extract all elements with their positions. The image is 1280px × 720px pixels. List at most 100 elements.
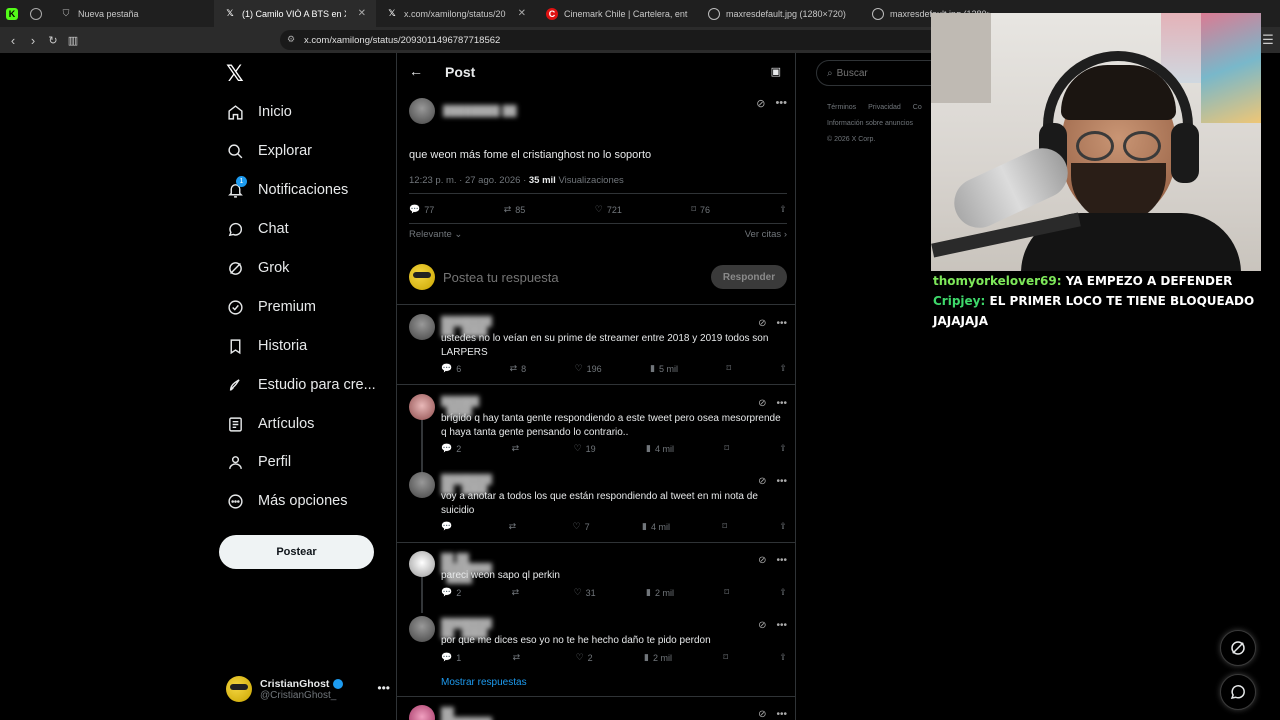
post-button[interactable]: Postear: [219, 535, 374, 569]
reply-item[interactable]: ████████ ██ · ████ ⊘ ••• voy a anotar a t…: [409, 470, 787, 542]
reply-item[interactable]: ██ ████████ · ████ ⊘ •••: [409, 703, 787, 720]
footer-link-ads[interactable]: Información sobre anuncios: [827, 116, 932, 132]
share-button[interactable]: ⇪: [779, 652, 787, 663]
reply-button[interactable]: 💬 6: [441, 363, 461, 374]
footer-link-terms[interactable]: Términos: [827, 104, 856, 111]
grok-icon[interactable]: ⊘: [758, 476, 766, 487]
menu-icon[interactable]: ☰: [1258, 32, 1278, 48]
views-button[interactable]: ▮ 4 mil: [642, 521, 670, 532]
url-field[interactable]: ⚙ x.com/xamilong/status/2093011496787718…: [280, 30, 940, 50]
repost-button[interactable]: ⇄ 85: [504, 204, 526, 215]
reply-input[interactable]: [443, 269, 703, 285]
search-box[interactable]: ⌕: [816, 60, 946, 86]
close-icon[interactable]: ✕: [518, 8, 526, 19]
reply-button[interactable]: 💬 1: [441, 652, 461, 663]
back-icon[interactable]: ‹: [3, 33, 23, 48]
repost-button[interactable]: ⇄: [512, 443, 524, 454]
site-info-icon[interactable]: ⚙: [287, 34, 295, 45]
post-author[interactable]: ████████ ██: [409, 97, 787, 125]
tab-app[interactable]: K: [0, 0, 24, 27]
like-button[interactable]: ♡ 19: [574, 443, 596, 454]
like-button[interactable]: ♡ 7: [573, 521, 590, 532]
nav-item-explorar[interactable]: Explorar: [226, 142, 312, 160]
respond-button[interactable]: Responder: [711, 265, 787, 289]
nav-item-articulos[interactable]: Artículos: [226, 415, 314, 433]
more-icon[interactable]: •••: [377, 681, 390, 695]
reply-item[interactable]: ████████ ██ · ████ ⊘ ••• ustedes no lo ve…: [409, 312, 787, 384]
forward-icon[interactable]: ›: [23, 33, 43, 48]
x-logo-icon[interactable]: 𝕏: [226, 61, 244, 87]
more-icon[interactable]: •••: [776, 555, 787, 566]
reply-button[interactable]: 💬 2: [441, 587, 461, 598]
sidebar-toggle-icon[interactable]: ▥: [63, 34, 83, 47]
avatar[interactable]: [409, 394, 435, 420]
views-button[interactable]: ▮ 4 mil: [646, 443, 674, 454]
reply-item[interactable]: ████████ ██ · ████ ⊘ ••• por que me dices…: [409, 614, 787, 674]
share-button[interactable]: ⇪: [779, 363, 787, 374]
sort-dropdown[interactable]: Relevante ⌄: [409, 229, 462, 240]
nav-item-historia[interactable]: Historia: [226, 337, 307, 355]
like-button[interactable]: ♡ 721: [595, 204, 622, 215]
tab-active-post[interactable]: 𝕏 (1) Camilo VIÓ A BTS en X: "q ✕: [214, 0, 376, 27]
tab-cinemark[interactable]: C Cinemark Chile | Cartelera, entradas: [536, 0, 698, 27]
repost-button[interactable]: ⇄: [512, 587, 524, 598]
reply-button[interactable]: 💬 77: [409, 204, 434, 215]
grok-icon[interactable]: ⊘: [756, 97, 765, 110]
avatar[interactable]: [409, 551, 435, 577]
reload-icon[interactable]: ↻: [43, 34, 63, 47]
grok-icon[interactable]: ⊘: [758, 318, 766, 329]
repost-button[interactable]: ⇄: [513, 652, 525, 663]
bookmark-button[interactable]: ⌑: [726, 363, 731, 374]
avatar[interactable]: [409, 472, 435, 498]
views-button[interactable]: ▮ 5 mil: [650, 363, 678, 374]
avatar[interactable]: [409, 98, 435, 124]
reply-button[interactable]: 💬: [441, 521, 456, 532]
footer-link-privacy[interactable]: Privacidad: [868, 104, 901, 111]
share-button[interactable]: ⇪: [779, 587, 787, 598]
repost-button[interactable]: ⇄: [509, 521, 521, 532]
repost-button[interactable]: ⇄ 8: [510, 363, 527, 374]
nav-item-notificaciones[interactable]: 1 Notificaciones: [226, 176, 348, 199]
share-button[interactable]: ⇪: [779, 521, 787, 532]
like-button[interactable]: ♡ 196: [575, 363, 602, 374]
bookmark-button[interactable]: ⌑: [723, 652, 728, 663]
more-icon[interactable]: •••: [776, 398, 787, 409]
nav-item-perfil[interactable]: Perfil: [226, 453, 291, 471]
post-time[interactable]: 12:23 p. m. · 27 ago. 2026 ·: [409, 175, 526, 186]
footer-link-cookies[interactable]: Co: [913, 104, 922, 111]
bookmark-button[interactable]: ⌑: [724, 443, 729, 454]
grok-fab[interactable]: [1220, 630, 1256, 666]
account-switcher[interactable]: CristianGhost @CristianGhost_ •••: [226, 669, 396, 709]
share-button[interactable]: ⇪: [779, 204, 787, 215]
share-button[interactable]: ⇪: [779, 443, 787, 454]
nav-item-estudio[interactable]: Estudio para cre...: [226, 376, 376, 394]
bookmark-button[interactable]: ⌑: [724, 587, 729, 598]
like-button[interactable]: ♡ 2: [576, 652, 593, 663]
views-button[interactable]: ▮ 2 mil: [646, 587, 674, 598]
nav-item-chat[interactable]: Chat: [226, 220, 289, 238]
bookmark-button[interactable]: ⌑ 76: [691, 204, 710, 215]
nav-item-premium[interactable]: Premium: [226, 298, 316, 316]
reply-button[interactable]: 💬 2: [441, 443, 461, 454]
show-replies-link[interactable]: Mostrar respuestas: [441, 677, 527, 688]
more-icon[interactable]: •••: [776, 620, 787, 631]
nav-item-mas-opciones[interactable]: Más opciones: [226, 492, 347, 510]
tab-browser[interactable]: [24, 0, 50, 27]
tab-status[interactable]: 𝕏 x.com/xamilong/status/20930113 ✕: [376, 0, 536, 27]
grok-icon[interactable]: ⊘: [758, 709, 766, 720]
nav-item-grok[interactable]: Grok: [226, 259, 289, 277]
more-icon[interactable]: •••: [776, 318, 787, 329]
more-icon[interactable]: •••: [776, 709, 787, 720]
messages-fab[interactable]: [1220, 674, 1256, 710]
reply-item[interactable]: ██████ · ████ ⊘ ••• brígido q hay tanta g…: [409, 392, 787, 464]
avatar[interactable]: [409, 616, 435, 642]
tab-new-tab[interactable]: ⛉ Nueva pestaña: [50, 0, 214, 27]
more-icon[interactable]: •••: [775, 97, 787, 110]
bookmark-button[interactable]: ⌑: [722, 521, 727, 532]
avatar[interactable]: [409, 705, 435, 720]
more-icon[interactable]: •••: [776, 476, 787, 487]
like-button[interactable]: ♡ 31: [574, 587, 596, 598]
close-icon[interactable]: ✕: [358, 8, 366, 19]
back-arrow-icon[interactable]: ←: [409, 63, 423, 79]
tab-image-1[interactable]: maxresdefault.jpg (1280×720): [698, 0, 862, 27]
